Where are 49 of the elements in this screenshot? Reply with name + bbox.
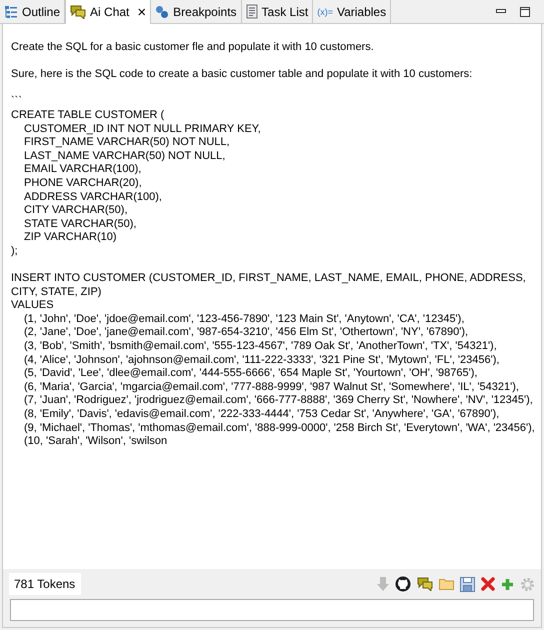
chat-line: ``` — [11, 95, 23, 109]
breakpoints-icon — [155, 4, 170, 18]
folder-icon[interactable] — [439, 578, 454, 590]
tab-label: Outline — [22, 4, 60, 18]
chat-line: VALUES — [11, 299, 55, 313]
chat-line: (1, 'John', 'Doe', 'jdoe@email.com', '123-456-7890', '123 Main St', 'Anytown', 'CA', '12345'), — [23, 312, 466, 326]
chat-line: (8, 'Emily', 'Davis', 'edavis@email.com', '222-333-4444', '753 Cedar St', 'Anywhere', 'GA', '67890'), — [23, 408, 500, 422]
tab-label: Task List — [262, 4, 308, 18]
maximize-icon[interactable] — [520, 6, 530, 16]
chat-line: (10, 'Sarah', 'Wilson', 'swilson — [23, 435, 168, 449]
chat-line: ADDRESS VARCHAR(100), — [23, 190, 163, 204]
chat-line: ZIP VARCHAR(10) — [23, 231, 118, 245]
minimize-icon[interactable] — [496, 9, 506, 14]
add-icon[interactable] — [501, 578, 514, 590]
chat-line: STATE VARCHAR(50), — [23, 218, 138, 232]
chat-line: EMAIL VARCHAR(100), — [23, 163, 142, 177]
save-icon[interactable] — [460, 576, 475, 592]
chat-line: INSERT INTO CUSTOMER (CUSTOMER_ID, FIRST_NAME, LAST_NAME, EMAIL, PHONE, ADDRESS, CITY, STATE, ZIP) — [11, 272, 527, 300]
chat-line: LAST_NAME VARCHAR(50) NOT NULL, — [23, 150, 226, 164]
chat-line: Sure, here is the SQL code to create a basic customer table and populate it with 10 customers: — [11, 68, 474, 82]
tab-label: Ai Chat — [90, 5, 130, 19]
chat-line: CUSTOMER_ID INT NOT NULL PRIMARY KEY, — [23, 122, 262, 136]
chat-line: PHONE VARCHAR(20), — [23, 176, 143, 191]
tab-label: Variables — [336, 4, 386, 18]
chat-line: (6, 'Maria', 'Garcia', 'mgarcia@email.com', '777-888-9999', '987 Walnut St', 'Somewhere', 'IL', '54321'), — [23, 380, 520, 394]
chat-input-field[interactable] — [10, 599, 534, 621]
github-icon[interactable] — [395, 576, 411, 592]
view-tab[interactable]: Task List — [242, 0, 314, 23]
chat-line: ); — [11, 244, 19, 258]
chat-line: (9, 'Michael', 'Thomas', 'mthomas@email.com', '888-999-0000', '258 Birch St', 'Everytown', 'WA', '23456'), — [23, 422, 535, 436]
outline-icon — [4, 4, 18, 18]
chat-line: FIRST_NAME VARCHAR(50) NOT NULL, — [23, 136, 231, 150]
chat-icon[interactable] — [417, 577, 433, 591]
chat-line: Create the SQL for a basic customer fle and populate it with 10 customers. — [11, 41, 375, 55]
token-count: 781 Tokens — [9, 573, 82, 595]
chat-icon — [70, 5, 86, 19]
chat-line: (3, 'Bob', 'Smith', 'bsmith@email.com', '555-123-4567', '789 Oak St', 'AnotherTown', 'TX', '54321'), — [23, 340, 498, 354]
clipboard-icon — [246, 4, 258, 19]
close-icon[interactable]: × — [137, 4, 146, 20]
tab-label: Breakpoints — [173, 4, 237, 18]
chat-line: (4, 'Alice', 'Johnson', 'ajohnson@email.com', '111-222-3333', '321 Pine St', 'Mytown', 'FL', '23456'), — [23, 354, 500, 368]
delete-icon[interactable] — [481, 577, 495, 591]
chat-line: (2, 'Jane', 'Doe', 'jane@email.com', '987-654-3210', '456 Elm St', 'Othertown', 'NY', '67890'), — [23, 326, 470, 340]
variables-icon: (x)= — [317, 6, 333, 16]
view-tab[interactable]: Ai Chat × — [65, 0, 152, 24]
chat-line: (7, 'Juan', 'Rodriguez', 'jrodriguez@email.com', '666-777-8888', '369 Cherry St', 'Nowhere', 'NV', '12345'), — [23, 394, 534, 408]
chat-line: CITY VARCHAR(50), — [23, 204, 129, 218]
chat-line: (5, 'David', 'Lee', 'dlee@email.com', '444-555-6666', '654 Maple St', 'Yourtown', 'OH', '98765'), — [23, 367, 478, 381]
chat-line: CREATE TABLE CUSTOMER ( — [11, 108, 166, 123]
